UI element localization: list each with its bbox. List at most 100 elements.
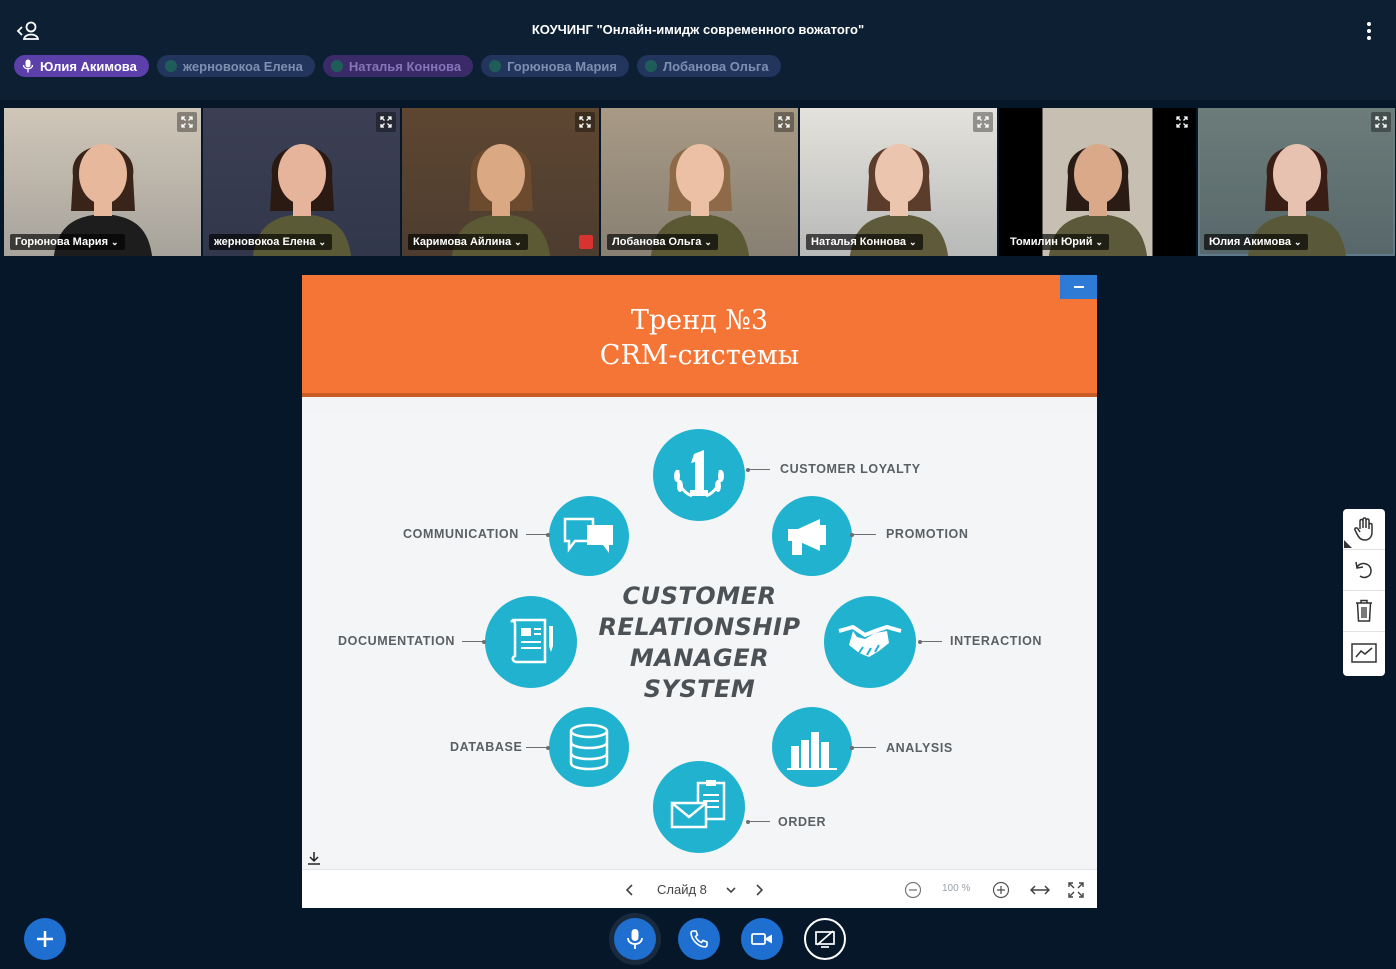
download-icon[interactable]: [307, 851, 321, 865]
next-slide-button[interactable]: [753, 870, 765, 909]
talker-chip[interactable]: Юлия Акимова: [14, 55, 149, 77]
zoom-out-icon: [904, 881, 922, 898]
participant-name: Наталья Коннова: [811, 236, 906, 248]
zoom-in-button[interactable]: [992, 870, 1010, 909]
share-webcam-button[interactable]: [741, 918, 783, 960]
slide-select[interactable]: Слайд 8: [657, 870, 737, 909]
video-tile[interactable]: Томилин Юрий ⌄: [999, 108, 1196, 256]
status-dot-icon: [330, 60, 343, 72]
talker-name: Юлия Акимова: [40, 58, 137, 74]
connector-line: [526, 745, 550, 750]
talker-name: Наталья Коннова: [348, 58, 462, 74]
zoom-out-button[interactable]: [904, 870, 922, 909]
video-fullscreen-button[interactable]: [973, 112, 993, 132]
chevron-down-icon: ⌄: [514, 237, 522, 247]
talker-chip[interactable]: жерновокоа Елена: [156, 55, 315, 77]
share-screen-button[interactable]: [804, 918, 846, 960]
crm-center-line: RELATIONSHIP: [598, 613, 801, 641]
participant-name-tag[interactable]: Томилин Юрий ⌄: [1005, 234, 1110, 250]
multi-user-whiteboard-button[interactable]: [1343, 632, 1385, 673]
envelope-clipboard-icon: [653, 761, 745, 853]
video-fullscreen-button[interactable]: [575, 112, 595, 132]
participant-name: Томилин Юрий: [1010, 236, 1093, 248]
crm-label-analysis: ANALYSIS: [886, 741, 953, 755]
participant-name-tag[interactable]: жерновокоа Елена ⌄: [209, 234, 333, 250]
document-scroll-icon: [485, 596, 577, 688]
video-fullscreen-button[interactable]: [177, 112, 197, 132]
connector-line: [918, 639, 942, 644]
actions-plus-button[interactable]: [24, 918, 66, 960]
slide-title-line1: Тренд №3: [630, 305, 769, 336]
video-tile[interactable]: Наталья Коннова ⌄: [800, 108, 997, 256]
trash-icon: [1356, 599, 1372, 622]
video-tile[interactable]: Горюнова Мария ⌄: [4, 108, 201, 256]
undo-icon: [1355, 561, 1372, 579]
video-strip: Горюнова Мария ⌄ жерновокоа Елена ⌄ Каримова…: [4, 108, 1395, 256]
leave-audio-button[interactable]: [678, 918, 720, 960]
screen-share-off-icon: [815, 930, 835, 948]
fit-width-button[interactable]: [1030, 870, 1050, 909]
connector-line: [526, 532, 550, 537]
clear-annotations-button[interactable]: [1343, 591, 1385, 632]
previous-slide-button[interactable]: [624, 870, 636, 909]
megaphone-icon: [772, 496, 852, 576]
video-tile[interactable]: жерновокоа Елена ⌄: [203, 108, 400, 256]
expand-icon: [380, 116, 392, 128]
participant-name-tag[interactable]: Лобанова Ольга ⌄: [607, 234, 718, 250]
talker-name: жерновокоа Елена: [182, 58, 303, 74]
participant-name-tag[interactable]: Наталья Коннова ⌄: [806, 234, 923, 250]
participant-name-tag[interactable]: Каримова Айлина ⌄: [408, 234, 528, 250]
crm-label-database: DATABASE: [450, 740, 523, 754]
talker-chip[interactable]: Лобанова Ольга: [636, 55, 781, 77]
muted-icon: [579, 235, 593, 249]
video-fullscreen-button[interactable]: [774, 112, 794, 132]
video-tile[interactable]: Юлия Акимова ⌄: [1198, 108, 1395, 256]
phone-icon: [690, 930, 708, 948]
crm-label-order: ORDER: [778, 815, 827, 829]
talker-chip[interactable]: Наталья Коннова: [322, 55, 474, 77]
chevron-down-icon: ⌄: [318, 237, 327, 247]
participant-name: жерновокоа Елена: [214, 236, 316, 248]
status-dot-icon: [489, 60, 502, 72]
whiteboard-toolbar: [1343, 509, 1385, 676]
video-fullscreen-button[interactable]: [376, 112, 396, 132]
talker-name: Горюнова Мария: [507, 58, 617, 74]
fullscreen-icon: [1068, 881, 1084, 898]
minimize-presentation-button[interactable]: [1060, 275, 1097, 299]
video-tile[interactable]: Лобанова Ольга ⌄: [601, 108, 798, 256]
chevron-right-icon: [756, 883, 764, 896]
crm-label-promotion: PROMOTION: [886, 527, 969, 541]
slide-title-line2: CRM-системы: [599, 340, 800, 371]
slide-header: Тренд №3 CRM-системы: [302, 275, 1097, 397]
expand-icon: [579, 116, 591, 128]
mute-microphone-button[interactable]: [614, 918, 656, 960]
connector-line: [746, 467, 770, 472]
hand-tool-button[interactable]: [1343, 509, 1385, 550]
minus-icon: [1073, 286, 1084, 288]
hand-icon: [1354, 517, 1373, 541]
status-dot-icon: [644, 60, 657, 72]
crm-label-interaction: INTERACTION: [950, 634, 1043, 648]
talking-indicator: Юлия Акимова жерновокоа Елена Наталья Ко…: [14, 55, 781, 77]
fullscreen-button[interactable]: [1068, 870, 1084, 909]
participant-name: Лобанова Ольга: [612, 236, 702, 248]
chevron-down-icon: [726, 886, 736, 893]
slide-body: CUSTOMER RELATIONSHIP MANAGER SYSTEM CUS…: [302, 411, 1097, 866]
participant-name: Каримова Айлина: [413, 236, 512, 248]
participant-name-tag[interactable]: Юлия Акимова ⌄: [1204, 234, 1308, 250]
video-tile[interactable]: Каримова Айлина ⌄: [402, 108, 599, 256]
meeting-title: КОУЧИНГ "Онлайн-имидж современного вожат…: [531, 22, 865, 37]
plus-icon: [37, 931, 53, 947]
fit-width-icon: [1030, 884, 1050, 895]
zoom-in-icon: [992, 881, 1010, 898]
participant-name-tag[interactable]: Горюнова Мария ⌄: [10, 234, 125, 250]
expand-icon: [778, 116, 790, 128]
chat-bubbles-icon: [549, 496, 629, 576]
options-menu-icon[interactable]: [1364, 20, 1374, 42]
zoom-level: 100 %: [942, 883, 971, 894]
video-fullscreen-button[interactable]: [1172, 112, 1192, 132]
talker-chip[interactable]: Горюнова Мария: [481, 55, 629, 77]
undo-button[interactable]: [1343, 550, 1385, 591]
video-fullscreen-button[interactable]: [1371, 112, 1391, 132]
meeting-header: КОУЧИНГ "Онлайн-имидж современного вожат…: [0, 0, 1396, 100]
